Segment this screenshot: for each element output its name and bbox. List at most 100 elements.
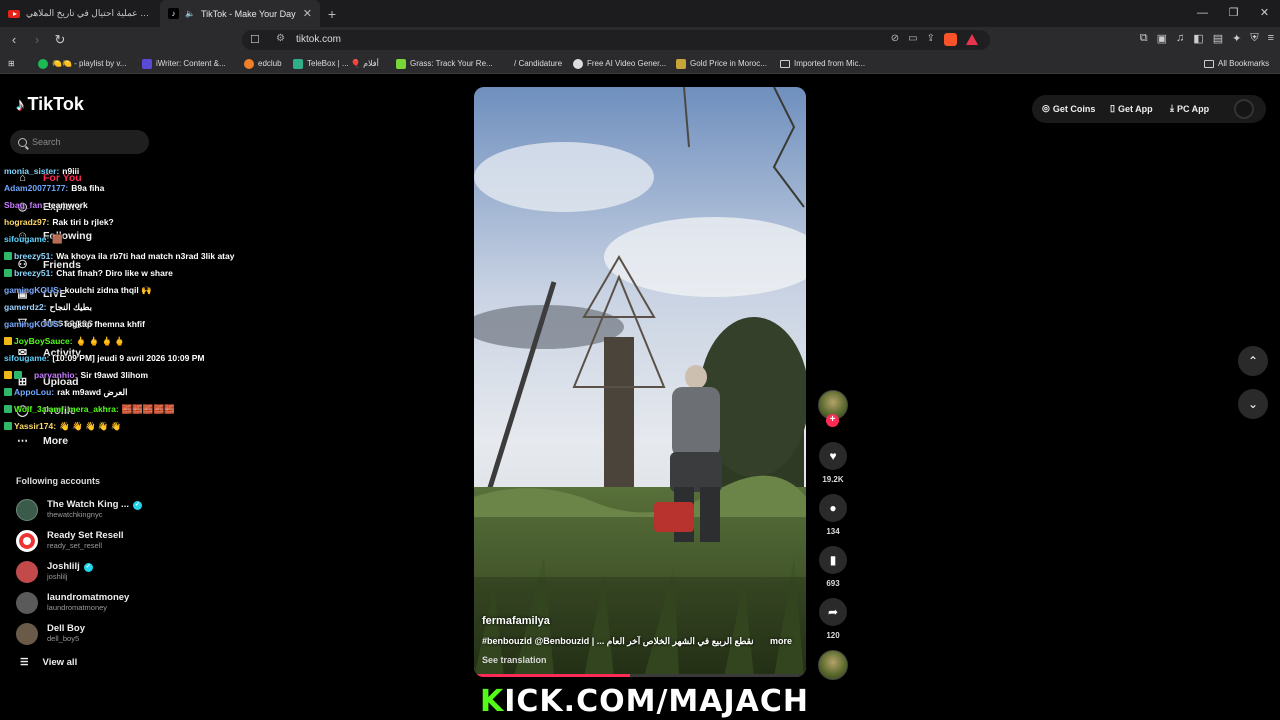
all-bookmarks[interactable]: All Bookmarks [1204,56,1269,71]
close-tab-icon[interactable]: ✕ [303,7,312,20]
previous-video-button[interactable]: ⌃ [1238,346,1268,376]
video-player[interactable]: fermafamilya #benbouzid @Benbouzid | ...… [474,87,806,677]
verified-icon: ✓ [132,500,142,510]
pc-app-button[interactable]: ⤓ PC App [1170,103,1209,114]
address-toolbar: ‹ › ↻ ☐ ⚙ tiktok.com ⊘ ▭ ⇪ ⧉ ▣ ♫ ◧ ▤ ✦ ⛨… [0,27,1280,53]
bookmark-item[interactable]: iWriter: Content &... [142,56,226,71]
chat-user: gamerdz2: [4,302,47,312]
nav-label: More [43,435,69,447]
wallet-icon[interactable]: ▣ [1157,32,1167,45]
get-coins-button[interactable]: ◎ Get Coins [1042,103,1095,114]
extensions-icon[interactable]: ⧉ [1140,32,1148,45]
creator-avatar-button[interactable]: + [818,390,848,427]
next-video-button[interactable]: ⌄ [1238,389,1268,419]
bookmark-label: Gold Price in Moroc... [690,59,767,68]
bookmark-item[interactable]: Free AI Video Gener... [573,56,666,71]
speaker-icon[interactable]: 🔈 [185,9,195,18]
close-window-icon[interactable]: ✕ [1249,0,1280,27]
chat-message: Yassir174: 👋 👋 👋 👋 👋 [4,421,121,432]
bookmark-icon[interactable]: ☐ [250,33,260,46]
apps-icon[interactable]: ⊞ [8,56,15,71]
see-translation-button[interactable]: See translation [482,655,547,665]
following-account[interactable]: laundromatmoney laundromatmoney [16,591,129,615]
tab-title: اضخم عملية احتيال في تاريخ الملاهي !! [26,8,152,18]
chat-user: breezy51: [14,268,54,278]
chat-user: JoyBoySauce: [14,336,73,346]
brave-shields-icon[interactable] [944,33,957,46]
account-name: Joshlilj [47,561,80,572]
chat-text: [10:09 PM] jeudi 9 avril 2026 10:09 PM [52,353,205,363]
bookmark-item[interactable]: 🍋🍋 - playlist by v... [38,56,126,71]
music-disc-icon [818,650,848,680]
gold-price-icon [676,58,686,69]
account-name: The Watch King ... [47,499,129,510]
restore-icon[interactable]: ❐ [1218,0,1249,27]
share-button[interactable]: ➦ 120 [818,598,848,640]
chat-text: koulchi zidna thqil 🙌 [64,285,152,295]
bookmark-item[interactable]: Grass: Track Your Re... [396,56,493,71]
music-icon[interactable]: ♫ [1176,32,1184,45]
youtube-icon [8,9,20,18]
comment-button[interactable]: ● 134 [818,494,848,536]
like-button[interactable]: ♥ 19.2K [818,442,848,484]
chat-message: JoyBoySauce: 🖕 🖕 🖕 🖕 [4,336,125,347]
brave-rewards-icon[interactable] [966,34,978,45]
url-bar[interactable]: ☐ ⚙ tiktok.com ⊘ ▭ ⇪ [242,30,990,50]
new-tab-button[interactable]: + [320,6,344,22]
get-app-label: Get App [1117,103,1153,114]
following-account[interactable]: The Watch King ... ✓ thewatchkingnyc [16,498,142,522]
no-tracking-icon[interactable]: ⊘ [891,33,899,46]
cast-icon[interactable]: ▭ [908,33,917,46]
minimize-icon[interactable]: — [1187,0,1218,27]
bookmark-item[interactable]: Imported from Mic... [780,56,865,71]
following-account[interactable]: Ready Set Resell ready_set_resell [16,529,124,553]
sound-disc-button[interactable] [818,650,848,680]
site-info-icon[interactable]: ⚙ [276,33,285,44]
video-author[interactable]: fermafamilya [482,615,550,627]
chat-user: Yassir174: [14,421,57,431]
tiktok-logo[interactable]: ♪ TikTok [16,94,84,115]
caption-text: #benbouzid @Benbouzid | ... نقطع الربيع … [482,636,754,646]
bookmark-item[interactable]: edclub [244,56,282,71]
back-icon[interactable]: ‹ [4,30,24,50]
menu-icon[interactable]: ≡ [1268,32,1274,45]
ai-icon[interactable]: ✦ [1232,32,1241,45]
video-progress-bar[interactable] [474,674,806,677]
tab-tiktok[interactable]: ♪ 🔈 TikTok - Make Your Day ✕ [160,0,320,27]
following-account[interactable]: Joshlilj ✓ joshlilj [16,560,93,584]
get-app-button[interactable]: ▯ Get App [1110,103,1153,114]
share-icon: ➦ [819,598,847,626]
list-icon: ☰ [20,657,29,668]
share-count: 120 [826,631,840,640]
vpn-icon[interactable]: ⛨ [1250,32,1258,45]
follow-plus-icon[interactable]: + [826,414,839,427]
stream-banner-text: ICK.COM/MAJACH [504,684,809,719]
forward-icon[interactable]: › [27,30,47,50]
folder-icon [1204,59,1214,68]
nav-more[interactable]: ⋯ More [16,433,68,449]
wallet-alt-icon[interactable]: ▤ [1213,32,1223,45]
chat-text: بطيك النجاح [49,302,93,312]
following-account[interactable]: Dell Boy dell_boy5 [16,622,85,646]
edclub-icon [244,58,254,69]
verified-icon: ✓ [83,562,93,572]
reload-icon[interactable]: ↻ [50,30,70,50]
profile-avatar[interactable] [1234,99,1254,119]
url-text[interactable]: tiktok.com [296,34,341,45]
view-all-button[interactable]: ☰ View all [20,657,77,668]
chat-text: 🧱🧱🧱🧱🧱 [121,404,175,414]
save-button[interactable]: ▮ 693 [818,546,848,588]
bookmark-item[interactable]: / Candidature [500,56,562,71]
caption-more-button[interactable]: more [770,636,792,646]
sidebar-icon[interactable]: ◧ [1193,32,1203,45]
crown-badge-icon [4,371,12,379]
search-input[interactable]: Search [10,130,149,154]
bookmark-item[interactable]: Gold Price in Moroc... [676,56,767,71]
tab-youtube[interactable]: اضخم عملية احتيال في تاريخ الملاهي !! [0,0,160,27]
view-all-label: View all [42,657,78,668]
stream-banner: KICK.COM/MAJACH [480,684,809,719]
folder-icon [780,59,790,68]
share-icon[interactable]: ⇪ [927,33,935,46]
chat-message: gamingKOUS: logkap fhemna khfif [4,319,145,329]
bookmark-item[interactable]: TeleBox | ... 🎈 أفلام [293,56,379,71]
